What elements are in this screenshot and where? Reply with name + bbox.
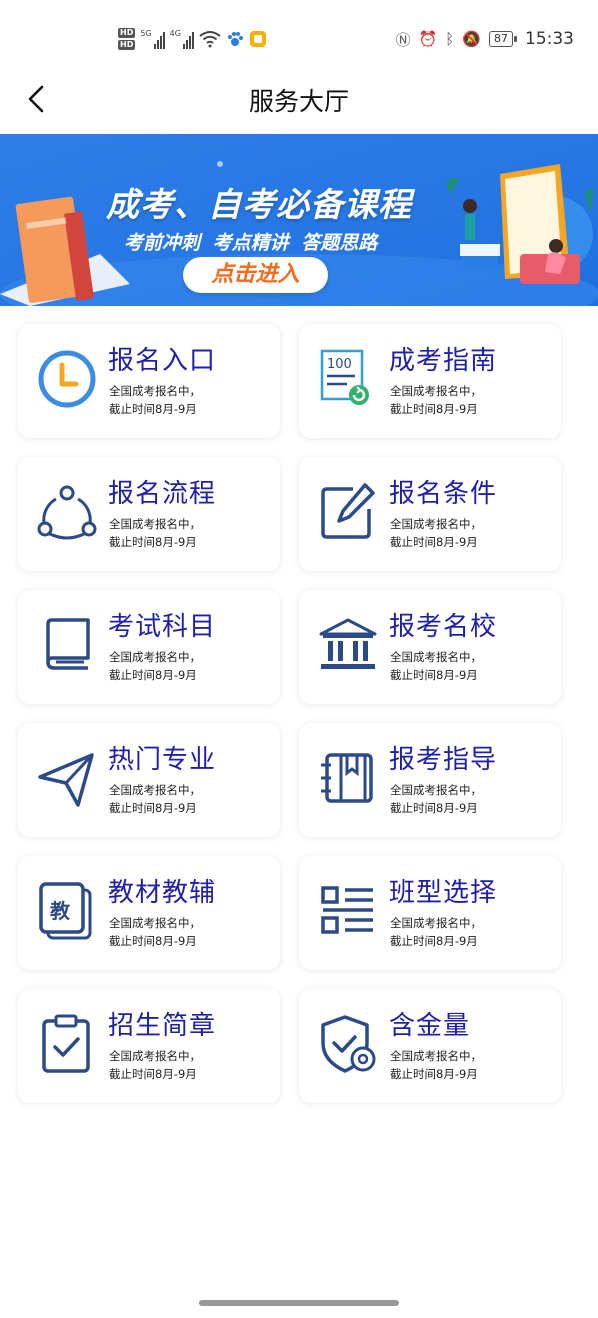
battery-icon: 87 [489,31,517,47]
card-desc: 全国成考报名中， 截止时间8月-9月 [109,916,201,948]
nfc-icon: Ⓝ [395,30,411,49]
card-title: 招生简章 [108,1011,217,1041]
paw-icon [227,32,243,46]
status-time: 15:33 [525,29,574,49]
card-title: 热门专业 [108,745,217,775]
edit-icon [321,483,375,539]
card-popular-majors[interactable]: 热门专业 全国成考报名中， 截止时间8月-9月 [18,723,280,837]
book-icon [46,618,90,670]
card-registration-conditions[interactable]: 报名条件 全国成考报名中， 截止时间8月-9月 [299,457,561,571]
alarm-icon: ⏰ [418,30,438,48]
list-icon [321,886,373,934]
card-desc: 全国成考报名中， 截止时间8月-9月 [390,1049,482,1081]
card-desc: 全国成考报名中， 截止时间8月-9月 [390,783,482,815]
home-indicator[interactable] [199,1300,399,1306]
card-exam-subjects[interactable]: 考试科目 全国成考报名中， 截止时间8月-9月 [18,590,280,704]
paper-plane-icon [38,753,94,807]
card-title: 报名入口 [108,346,217,376]
card-registration-process[interactable]: 报名流程 全国成考报名中， 截止时间8月-9月 [18,457,280,571]
card-title: 报考名校 [389,612,498,642]
card-exam-guide[interactable]: 100 成考指南 全国成考报名中， 截止时间8月-9月 [299,324,561,438]
hd-badge: HD [118,28,136,38]
card-desc: 全国成考报名中， 截止时间8月-9月 [390,384,482,416]
card-desc: 全国成考报名中， 截止时间8月-9月 [390,517,482,549]
card-exam-guidance[interactable]: 报考指导 全国成考报名中， 截止时间8月-9月 [299,723,561,837]
status-left: HD HD 5G 4G [118,24,267,54]
page-title: 服务大厅 [248,87,349,116]
card-title: 含金量 [389,1011,471,1041]
card-desc: 全国成考报名中， 截止时间8月-9月 [109,517,201,549]
share-nodes-icon [37,485,97,540]
card-desc: 全国成考报名中， 截止时间8月-9月 [109,783,201,815]
card-title: 成考指南 [389,346,498,376]
card-title: 班型选择 [389,878,498,908]
signal-icon: 5G [140,29,165,49]
card-title: 报考指导 [389,745,498,775]
card-desc: 全国成考报名中， 截止时间8月-9月 [390,916,482,948]
card-famous-schools[interactable]: 报考名校 全国成考报名中， 截止时间8月-9月 [299,590,561,704]
wifi-icon [199,31,221,48]
card-title: 教材教辅 [108,878,217,908]
banner-subtitle: 考前冲刺 考点精讲 答题思路 [124,232,378,254]
hd-badge: HD [118,40,136,50]
card-desc: 全国成考报名中， 截止时间8月-9月 [109,1049,201,1081]
card-desc: 全国成考报名中， 截止时间8月-9月 [109,384,201,416]
card-registration-entry[interactable]: 报名入口 全国成考报名中， 截止时间8月-9月 [18,324,280,438]
card-title: 报名流程 [108,479,217,509]
card-admission-brochure[interactable]: 招生简章 全国成考报名中， 截止时间8月-9月 [18,989,280,1103]
card-desc: 全国成考报名中， 截止时间8月-9月 [109,650,201,682]
nav-bar: 服务大厅 [0,72,598,134]
score-doc-icon: 100 [320,349,369,405]
enter-button[interactable]: 点击进入 [183,257,328,293]
status-bar: HD HD 5G 4G Ⓝ ⏰ ᛒ 🔕 87 15:33 [0,0,598,72]
notebook-icon [321,753,373,803]
card-title: 考试科目 [108,612,217,642]
signal-icon: 4G [170,29,194,49]
bluetooth-icon: ᛒ [445,30,455,48]
textbook-icon: 教 [39,882,92,940]
card-textbooks[interactable]: 教 教材教辅 全国成考报名中， 截止时间8月-9月 [18,856,280,970]
shield-gear-icon [321,1015,376,1073]
card-value[interactable]: 含金量 全国成考报名中， 截止时间8月-9月 [299,989,561,1103]
school-building-icon [319,618,377,669]
status-right: Ⓝ ⏰ ᛒ 🔕 87 15:33 [396,24,574,54]
card-class-selection[interactable]: 班型选择 全国成考报名中， 截止时间8月-9月 [299,856,561,970]
card-title: 报名条件 [389,479,498,509]
svg-text:教: 教 [50,899,71,923]
banner-title: 成考、自考必备课程 [106,185,412,224]
card-desc: 全国成考报名中， 截止时间8月-9月 [390,650,482,682]
svg-text:100: 100 [327,357,352,372]
clipboard-check-icon [42,1014,90,1073]
mute-bell-icon: 🔕 [462,30,481,48]
clock-icon [38,350,96,408]
app-notification-icon [249,31,266,47]
